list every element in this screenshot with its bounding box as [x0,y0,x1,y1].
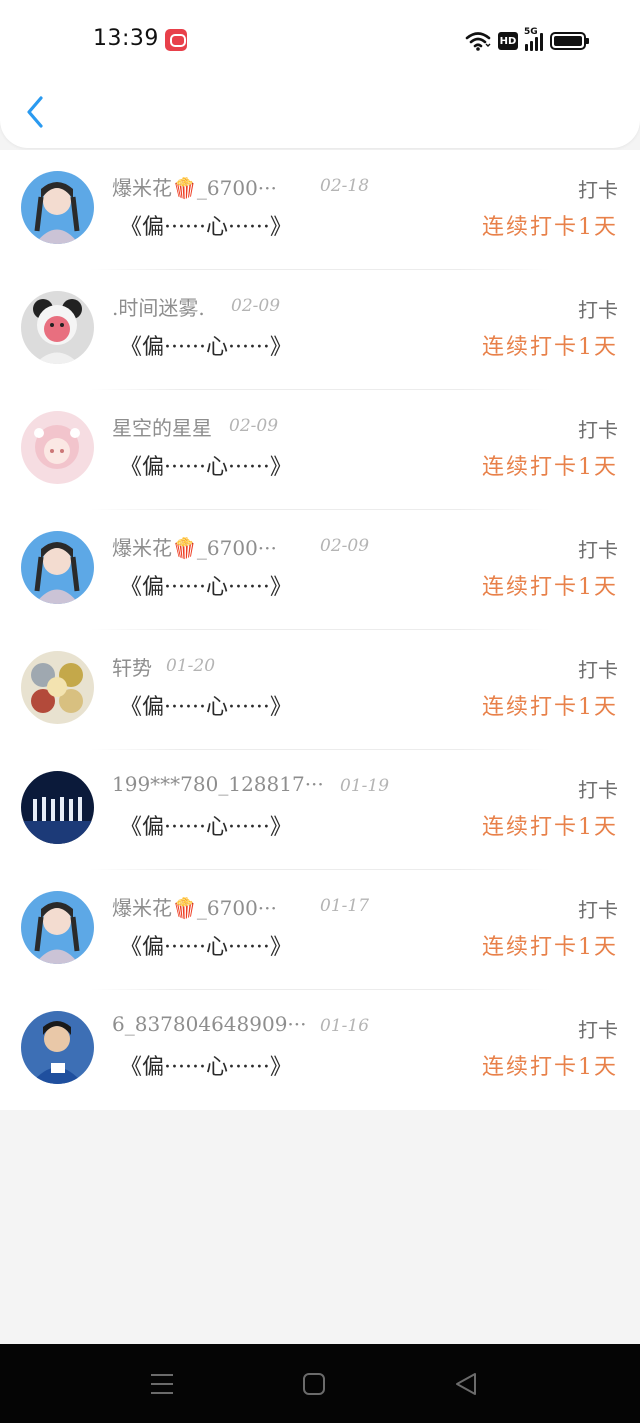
record-type-label: 打卡 [578,658,618,682]
checkin-date: 02-18 [320,176,370,196]
checkin-date: 01-16 [320,1016,370,1036]
system-nav-bar [0,1344,640,1423]
quote-text: 《偏······心······》 [120,455,292,480]
wifi-icon [465,32,491,51]
streak-label: 连续打卡1天 [482,695,618,720]
record-type-label: 打卡 [578,778,618,802]
streak-label: 连续打卡1天 [482,935,618,960]
streak-label: 连续打卡1天 [482,215,618,240]
quote-text: 《偏······心······》 [120,335,292,360]
user-name: .时间迷雾. [112,296,205,320]
menu-icon [151,1374,173,1394]
streak-label: 连续打卡1天 [482,815,618,840]
checkin-item[interactable]: 爆米花🍿_6700··· 02-18 《偏······心······》 打卡连续打卡1… [0,150,640,270]
checkin-date: 02-09 [229,416,279,436]
streak-label: 连续打卡1天 [482,1055,618,1080]
user-name: 星空的星星 [112,416,212,440]
avatar[interactable] [21,411,94,484]
avatar[interactable] [21,291,94,364]
hd-icon: HD [498,32,518,50]
menu-button[interactable] [148,1370,176,1398]
video-app-icon [165,29,187,51]
user-name: 轩势 [112,656,152,680]
checkin-item[interactable]: 爆米花🍿_6700··· 01-17 《偏······心······》 打卡连续打卡1… [0,870,640,990]
user-name: 6_837804648909··· [112,1012,307,1036]
checkin-item[interactable]: 6_837804648909··· 01-16 《偏······心······》 打卡… [0,990,640,1110]
avatar[interactable] [21,1011,94,1084]
chevron-left-icon [27,96,43,128]
quote-text: 《偏······心······》 [120,815,292,840]
quote-text: 《偏······心······》 [120,1055,292,1080]
quote-text: 《偏······心······》 [120,935,292,960]
back-button[interactable] [20,92,50,132]
record-type-label: 打卡 [578,898,618,922]
back-nav-button[interactable] [452,1370,480,1398]
quote-text: 《偏······心······》 [120,215,292,240]
avatar[interactable] [21,891,94,964]
user-name: 199***780_128817··· [112,772,324,796]
streak-label: 连续打卡1天 [482,575,618,600]
record-type-label: 打卡 [578,418,618,442]
status-icons: HD 5G [465,27,589,52]
user-name: 爆米花🍿_6700··· [112,536,277,560]
checkin-item[interactable]: .时间迷雾. 02-09 《偏······心······》 打卡连续打卡1天 [0,270,640,390]
quote-text: 《偏······心······》 [120,575,292,600]
top-header: 13:39 HD 5G [0,0,640,148]
record-type-label: 打卡 [578,298,618,322]
battery-icon [550,32,589,50]
avatar[interactable] [21,171,94,244]
record-type-label: 打卡 [578,538,618,562]
home-button[interactable] [300,1370,328,1398]
back-triangle-icon [456,1373,476,1395]
record-type-label: 打卡 [578,1018,618,1042]
checkin-date: 01-17 [320,896,370,916]
status-bar: 13:39 HD 5G [0,0,640,80]
record-type-label: 打卡 [578,178,618,202]
user-name: 爆米花🍿_6700··· [112,896,277,920]
checkin-list: 爆米花🍿_6700··· 02-18 《偏······心······》 打卡 连续打卡1… [0,150,640,1110]
quote-text: 《偏······心······》 [120,695,292,720]
checkin-item[interactable]: 爆米花🍿_6700··· 02-09 《偏······心······》 打卡连续打卡1… [0,510,640,630]
checkin-item[interactable]: 星空的星星 02-09 《偏······心······》 打卡连续打卡1天 [0,390,640,510]
status-time: 13:39 [93,26,159,51]
checkin-date: 02-09 [231,296,281,316]
streak-label: 连续打卡1天 [482,335,618,360]
user-name: 爆米花🍿_6700··· [112,176,277,200]
checkin-date: 01-20 [166,656,216,676]
home-square-icon [303,1373,325,1395]
avatar[interactable] [21,771,94,844]
checkin-item[interactable]: 轩势 01-20 《偏······心······》 打卡连续打卡1天 [0,630,640,750]
checkin-item[interactable]: 199***780_128817··· 01-19 《偏······心······》… [0,750,640,870]
5g-signal-icon: 5G [524,27,543,51]
avatar[interactable] [21,651,94,724]
avatar[interactable] [21,531,94,604]
streak-label: 连续打卡1天 [482,455,618,480]
checkin-date: 02-09 [320,536,370,556]
checkin-date: 01-19 [340,776,390,796]
network-label: 5G [524,27,538,37]
